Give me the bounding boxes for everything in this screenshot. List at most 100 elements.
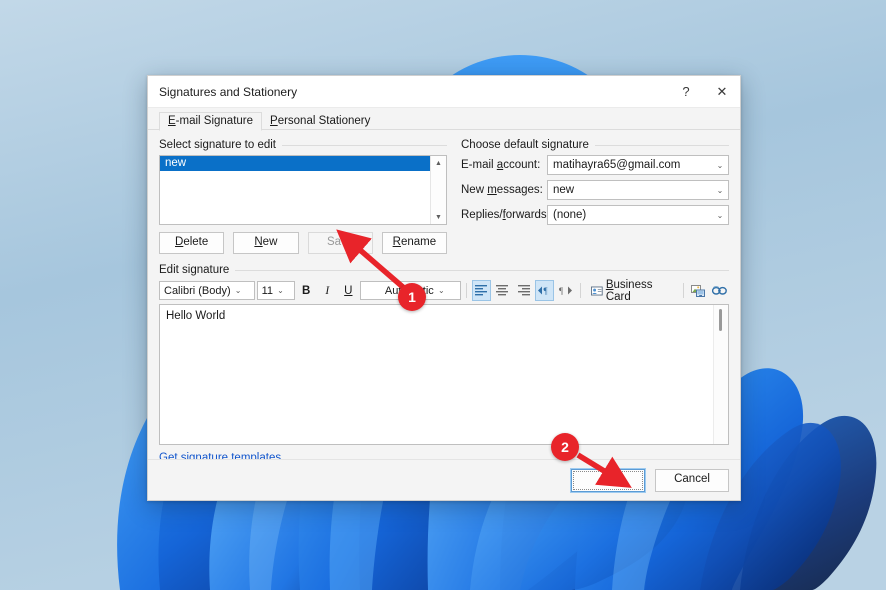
close-icon[interactable]: ✕ [704, 77, 740, 107]
delete-button-label: elete [183, 236, 208, 248]
select-signature-panel: Select signature to edit new ▲ ▼ [159, 139, 447, 254]
underline-button[interactable]: U [339, 280, 358, 301]
signature-list-items: new [160, 156, 430, 224]
right-to-left-icon[interactable]: ¶ [556, 280, 575, 301]
email-account-row: E-mail account: matihayra65@gmail.com ⌄ [461, 155, 729, 175]
tab-email-signature[interactable]: E-mail Signature [159, 112, 262, 131]
signature-edit-area[interactable]: Hello World [159, 304, 729, 445]
save-button[interactable]: Save [308, 232, 373, 254]
annotation-marker-2: 2 [551, 433, 579, 461]
top-columns: Select signature to edit new ▲ ▼ [159, 139, 729, 254]
font-family-select[interactable]: Calibri (Body) ⌄ [159, 281, 255, 300]
font-family-value: Calibri (Body) [160, 285, 231, 297]
ltr-glyph: ¶ [538, 285, 551, 296]
tab-personal-stationery-accel: P [270, 115, 278, 127]
help-icon[interactable]: ? [668, 77, 704, 107]
rename-button-accel: R [393, 236, 401, 248]
font-size-select[interactable]: 11 ⌄ [257, 281, 295, 300]
chevron-down-icon[interactable]: ⌄ [712, 161, 728, 170]
tab-email-signature-label: -mail Signature [176, 115, 253, 127]
replies-forwards-row: Replies/forwards: (none) ⌄ [461, 205, 729, 225]
new-messages-label: New messages: [461, 184, 547, 196]
rtl-glyph: ¶ [559, 285, 572, 296]
dialog-footer: OK Cancel [148, 459, 740, 500]
email-account-value: matihayra65@gmail.com [548, 159, 712, 171]
picture-glyph [691, 285, 705, 297]
edit-signature-section: Edit signature Calibri (Body) ⌄ 11 ⌄ B I… [159, 264, 729, 464]
dialog-body: Select signature to edit new ▲ ▼ [148, 130, 740, 464]
new-messages-select[interactable]: new ⌄ [547, 180, 729, 200]
hyperlink-glyph [712, 285, 727, 296]
listbox-scrollbar[interactable]: ▲ ▼ [430, 156, 446, 224]
tab-personal-stationery-label: ersonal Stationery [278, 115, 371, 127]
left-to-right-icon[interactable]: ¶ [535, 280, 554, 301]
align-left-icon[interactable] [472, 280, 491, 301]
edit-signature-group: Edit signature [159, 264, 729, 276]
bold-button[interactable]: B [297, 280, 316, 301]
insert-picture-icon[interactable] [689, 280, 708, 301]
replies-forwards-label: Replies/forwards: [461, 209, 547, 221]
select-signature-label: Select signature to edit [159, 139, 276, 151]
align-center-glyph [496, 285, 508, 296]
default-signature-group: Choose default signature [461, 139, 729, 151]
scroll-down-icon[interactable]: ▼ [431, 210, 446, 224]
toolbar-divider [580, 283, 581, 298]
rename-button-label: ename [401, 236, 436, 248]
svg-text:¶: ¶ [559, 286, 563, 296]
align-left-glyph [475, 285, 487, 296]
tab-email-signature-accel: E [168, 115, 176, 127]
business-card-button[interactable]: Business Card [586, 280, 678, 301]
annotation-marker-1: 1 [398, 283, 426, 311]
signatures-and-stationery-dialog: Signatures and Stationery ? ✕ E-mail Sig… [147, 75, 741, 501]
dialog-title: Signatures and Stationery [148, 85, 668, 99]
new-button[interactable]: New [233, 232, 298, 254]
edit-signature-label: Edit signature [159, 264, 229, 276]
business-card-label: Business Card [606, 279, 673, 303]
ok-button[interactable]: OK [571, 469, 645, 492]
new-messages-value: new [548, 184, 712, 196]
chevron-down-icon[interactable]: ⌄ [712, 186, 728, 195]
chevron-down-icon[interactable]: ⌄ [434, 286, 449, 295]
insert-hyperlink-icon[interactable] [710, 280, 729, 301]
group-rule [595, 145, 729, 146]
group-rule [282, 145, 447, 146]
align-right-glyph [518, 285, 530, 296]
select-signature-group: Select signature to edit [159, 139, 447, 151]
signature-content[interactable]: Hello World [160, 305, 713, 444]
email-account-label: E-mail account: [461, 159, 547, 171]
dialog-titlebar: Signatures and Stationery ? ✕ [148, 76, 740, 108]
delete-button[interactable]: Delete [159, 232, 224, 254]
scrollbar-thumb[interactable] [719, 309, 722, 331]
signature-listbox[interactable]: new ▲ ▼ [159, 155, 447, 225]
align-center-icon[interactable] [493, 280, 512, 301]
italic-button[interactable]: I [318, 280, 337, 301]
chevron-down-icon[interactable]: ⌄ [231, 286, 246, 295]
tabstrip: E-mail Signature Personal Stationery [148, 108, 740, 130]
signature-actions: Delete New Save Rename [159, 232, 447, 254]
new-messages-row: New messages: new ⌄ [461, 180, 729, 200]
toolbar-divider [683, 283, 684, 298]
business-card-icon [591, 286, 603, 296]
formatting-toolbar: Calibri (Body) ⌄ 11 ⌄ B I U Automatic ⌄ [159, 280, 729, 301]
edit-area-scrollbar[interactable] [713, 305, 728, 444]
default-signature-label: Choose default signature [461, 139, 589, 151]
chevron-down-icon[interactable]: ⌄ [273, 286, 288, 295]
group-rule [235, 270, 729, 271]
cancel-button[interactable]: Cancel [655, 469, 729, 492]
new-button-label: ew [263, 236, 278, 248]
replies-forwards-value: (none) [548, 209, 712, 221]
rename-button[interactable]: Rename [382, 232, 447, 254]
chevron-down-icon[interactable]: ⌄ [712, 211, 728, 220]
new-button-accel: N [254, 236, 262, 248]
toolbar-divider [466, 283, 467, 298]
font-size-value: 11 [258, 285, 273, 297]
default-signature-panel: Choose default signature E-mail account:… [461, 139, 729, 254]
email-account-select[interactable]: matihayra65@gmail.com ⌄ [547, 155, 729, 175]
desktop-background: Signatures and Stationery ? ✕ E-mail Sig… [0, 0, 886, 590]
svg-text:¶: ¶ [544, 286, 548, 296]
align-right-icon[interactable] [514, 280, 533, 301]
tab-personal-stationery[interactable]: Personal Stationery [262, 113, 378, 130]
list-item[interactable]: new [160, 156, 430, 171]
replies-forwards-select[interactable]: (none) ⌄ [547, 205, 729, 225]
scroll-up-icon[interactable]: ▲ [431, 156, 446, 170]
